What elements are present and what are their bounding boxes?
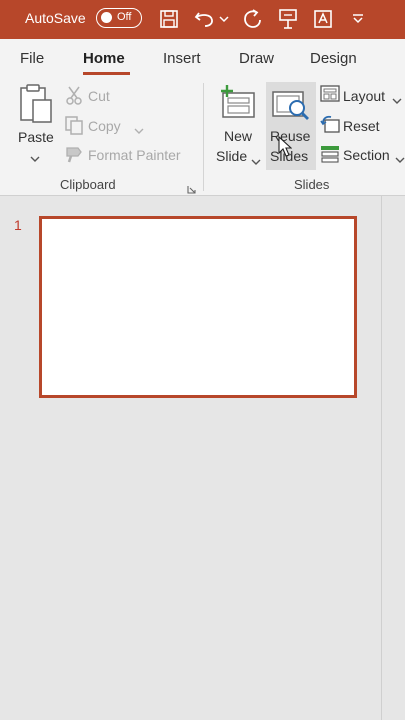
new-slide-label-line2[interactable]: Slide: [216, 148, 247, 164]
toggle-state: Off: [117, 11, 132, 23]
autosave-toggle[interactable]: Off: [96, 8, 142, 28]
ribbon-tabs: File Home Insert Draw Design: [0, 39, 405, 77]
layout-icon[interactable]: [320, 85, 340, 108]
undo-dropdown-icon[interactable]: [218, 7, 230, 31]
new-slide-label-line1[interactable]: New: [224, 128, 252, 144]
format-painter-label[interactable]: Format Painter: [88, 147, 181, 163]
section-dropdown-icon[interactable]: [395, 151, 405, 169]
customize-toolbar-icon[interactable]: [349, 7, 367, 31]
slide-thumbnail[interactable]: [39, 216, 357, 398]
paste-icon[interactable]: [18, 83, 54, 130]
reset-icon[interactable]: [320, 114, 340, 139]
layout-dropdown-icon[interactable]: [392, 92, 402, 110]
slide-editing-pane[interactable]: [382, 196, 405, 720]
redo-icon[interactable]: [240, 7, 264, 31]
tab-design[interactable]: Design: [310, 50, 357, 67]
present-icon[interactable]: [276, 7, 300, 31]
paste-dropdown-icon[interactable]: [30, 150, 40, 168]
toggle-knob: [101, 12, 112, 23]
section-icon[interactable]: [320, 144, 340, 169]
tab-file[interactable]: File: [20, 50, 44, 67]
tab-insert[interactable]: Insert: [163, 50, 201, 67]
slides-group-label: Slides: [294, 177, 330, 192]
copy-label[interactable]: Copy: [88, 118, 121, 134]
text-box-icon[interactable]: [311, 7, 335, 31]
format-painter-icon[interactable]: [64, 144, 84, 169]
group-separator: [203, 83, 204, 191]
ribbon: Paste Cut Copy Format Painter Clipboard …: [0, 77, 405, 196]
layout-label[interactable]: Layout: [343, 88, 385, 104]
paste-label[interactable]: Paste: [18, 129, 54, 145]
cut-icon[interactable]: [65, 85, 83, 110]
save-icon[interactable]: [157, 7, 181, 31]
reset-label[interactable]: Reset: [343, 118, 380, 134]
new-slide-dropdown-icon[interactable]: [251, 153, 261, 171]
undo-icon[interactable]: [193, 7, 217, 31]
title-bar: AutoSave Off: [0, 0, 405, 39]
mouse-cursor-icon: [278, 135, 293, 163]
autosave-label: AutoSave: [25, 10, 86, 26]
clipboard-group-label: Clipboard: [60, 177, 116, 192]
tab-home[interactable]: Home: [83, 50, 125, 67]
copy-dropdown-icon[interactable]: [134, 122, 144, 140]
reuse-slides-icon[interactable]: [270, 87, 312, 128]
section-label[interactable]: Section: [343, 147, 390, 163]
copy-icon[interactable]: [64, 115, 84, 140]
tab-draw[interactable]: Draw: [239, 50, 274, 67]
new-slide-icon[interactable]: [219, 84, 257, 125]
active-tab-indicator: [83, 72, 130, 75]
cut-label[interactable]: Cut: [88, 88, 110, 104]
slide-number: 1: [14, 217, 22, 233]
